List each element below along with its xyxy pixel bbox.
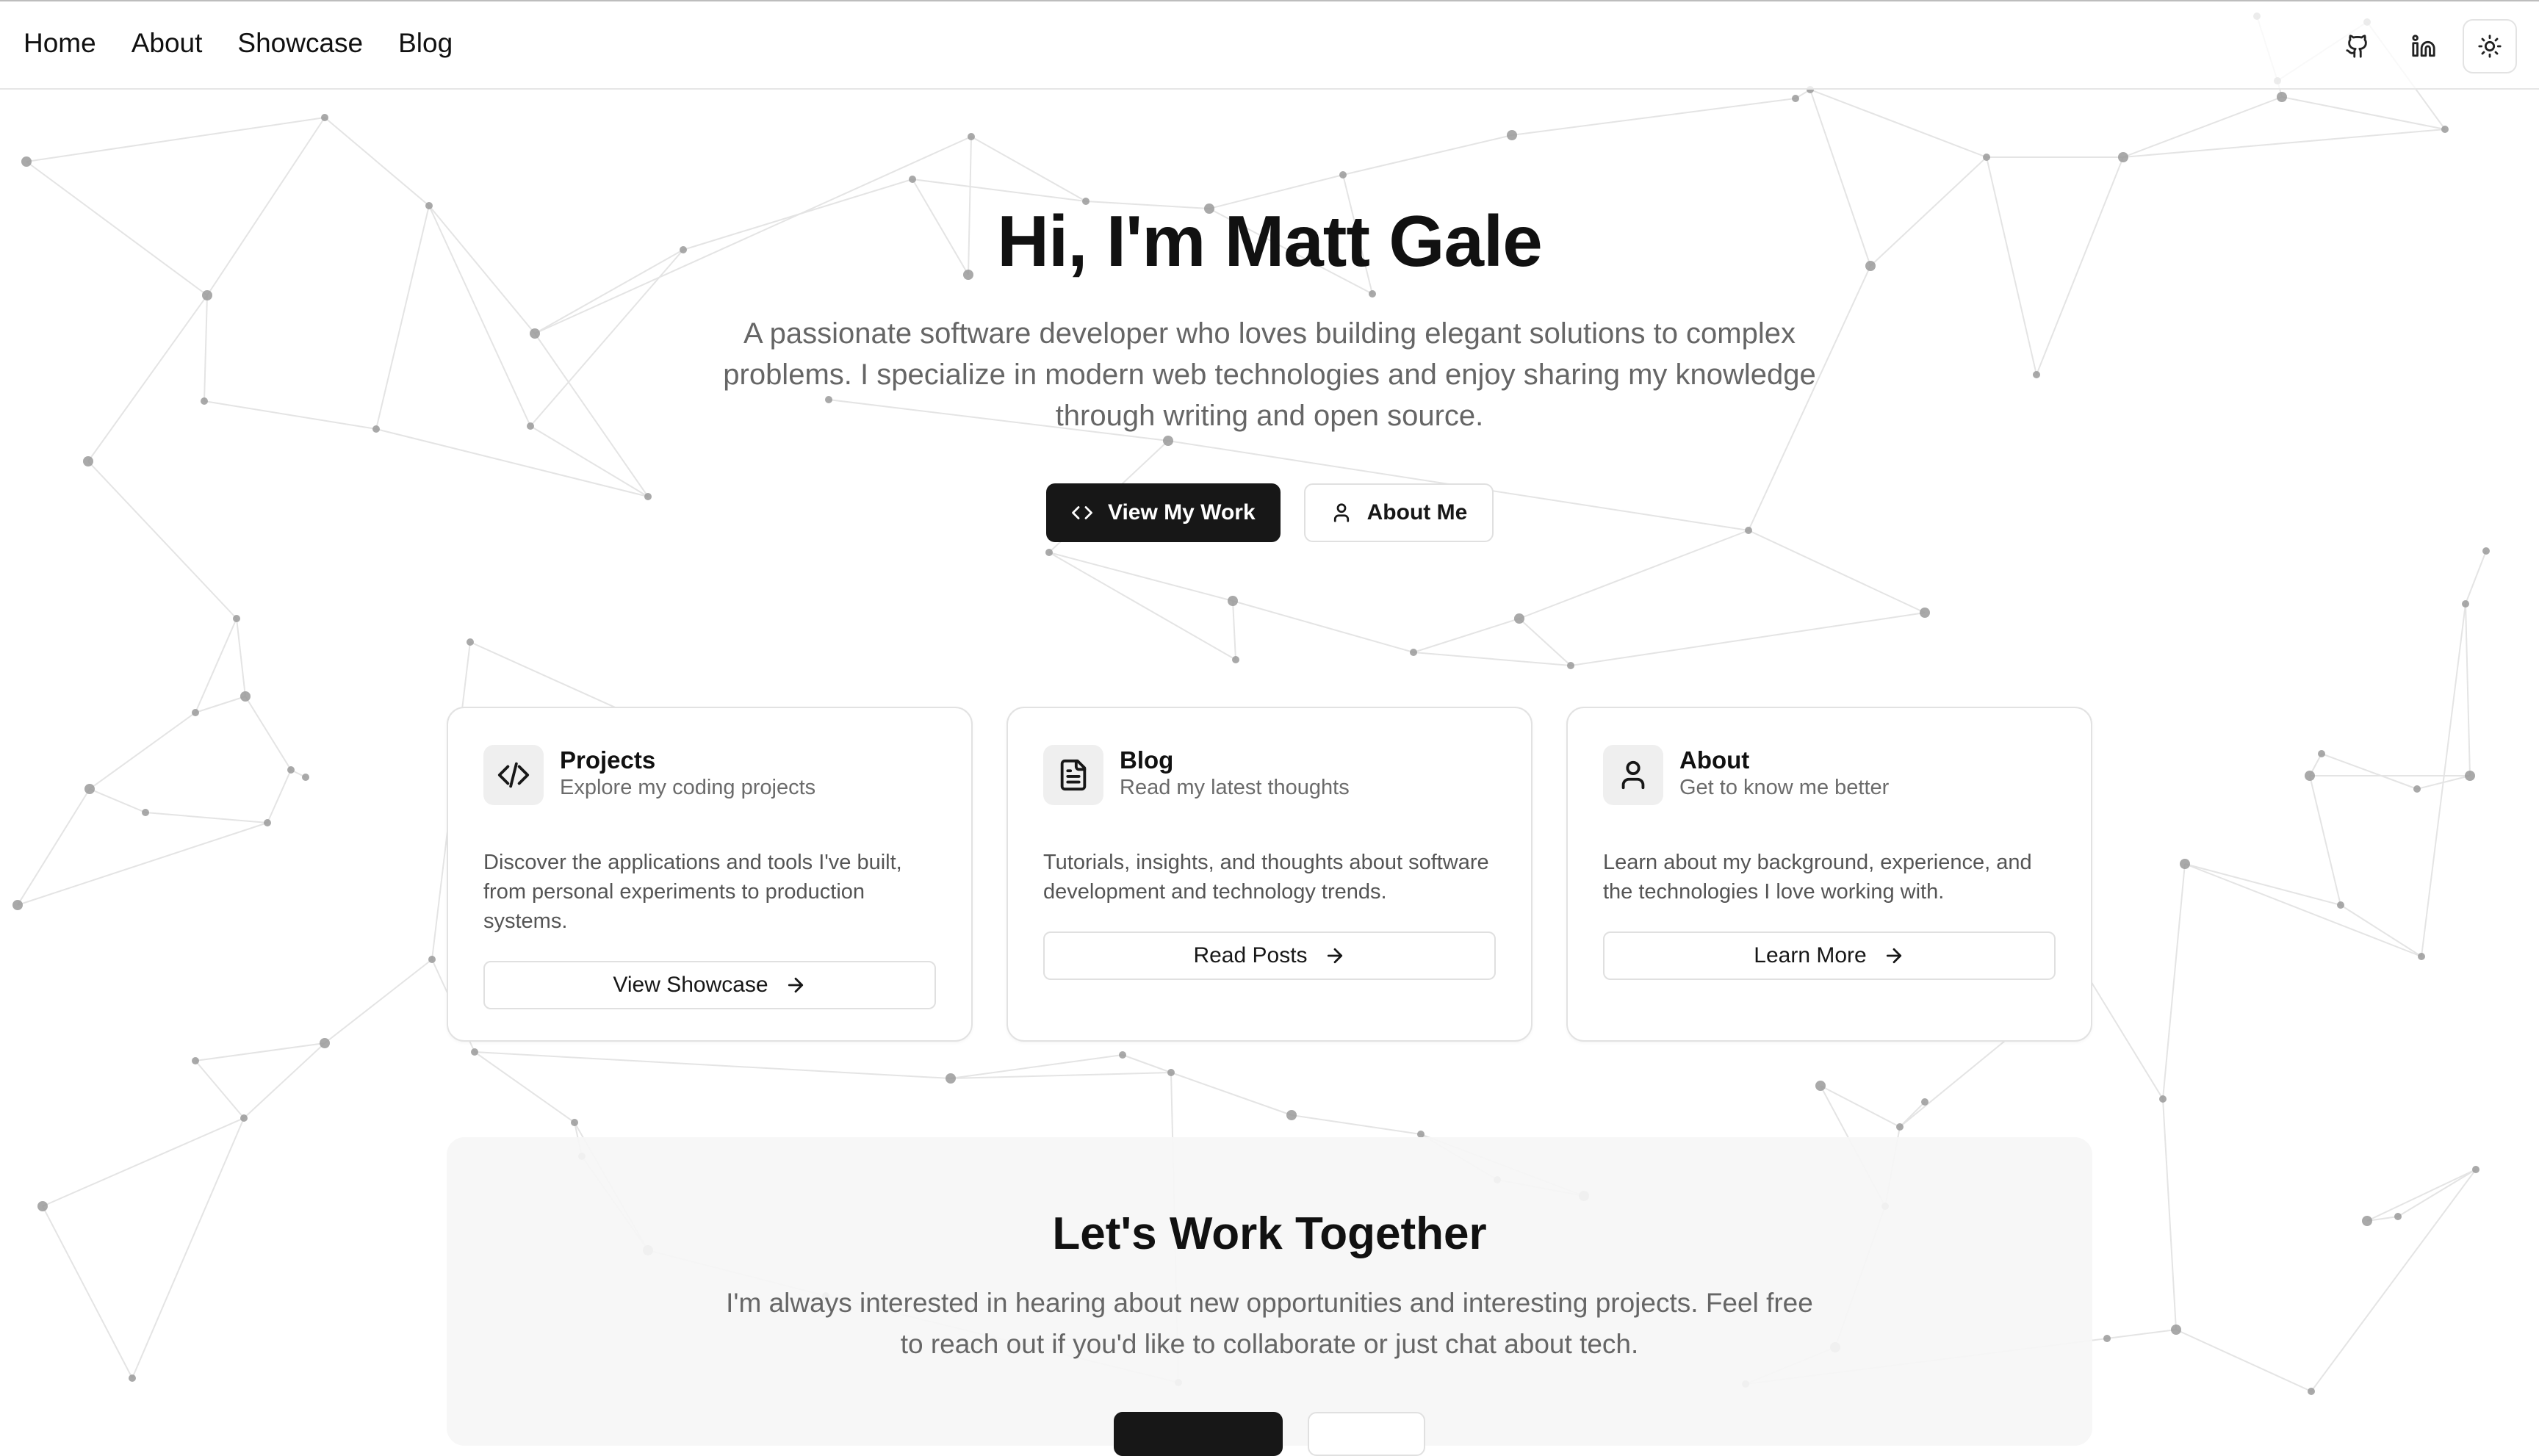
about-me-label: About Me xyxy=(1366,500,1468,525)
nav-link-blog[interactable]: Blog xyxy=(398,28,453,59)
view-showcase-button[interactable]: View Showcase xyxy=(483,961,936,1009)
arrow-right-icon xyxy=(1327,948,1342,964)
site-header: Home About Showcase Blog xyxy=(0,0,2539,90)
read-posts-button[interactable]: Read Posts xyxy=(1043,931,1496,980)
cta-primary-button[interactable] xyxy=(1114,1412,1283,1456)
card-title: Blog xyxy=(1120,746,1174,774)
code-icon xyxy=(497,762,530,788)
projects-card: Projects Explore my coding projects Disc… xyxy=(447,707,973,1042)
card-title: Projects xyxy=(560,746,656,774)
card-subtitle: Get to know me better xyxy=(1679,776,1890,799)
sun-icon xyxy=(2478,35,2502,58)
card-icon-box xyxy=(1043,745,1103,805)
card-subtitle: Explore my coding projects xyxy=(560,776,816,799)
linkedin-icon xyxy=(2412,35,2435,57)
main-nav: Home About Showcase Blog xyxy=(24,28,453,59)
contact-cta-section: Let's Work Together I'm always intereste… xyxy=(447,1137,2092,1456)
about-card: About Get to know me better Learn about … xyxy=(1566,707,2092,1042)
nav-link-home[interactable]: Home xyxy=(24,28,96,59)
linkedin-button[interactable] xyxy=(2396,19,2451,73)
card-icon-box xyxy=(483,745,544,805)
user-icon xyxy=(1333,503,1349,522)
read-posts-label: Read Posts xyxy=(1193,943,1308,967)
cta-title: Let's Work Together xyxy=(1052,1208,1487,1259)
arrow-right-icon xyxy=(1886,948,1901,964)
github-button[interactable] xyxy=(2330,19,2385,73)
about-me-button[interactable]: About Me xyxy=(1303,483,1494,542)
arrow-right-icon xyxy=(788,977,803,993)
view-showcase-label: View Showcase xyxy=(613,973,768,997)
card-subtitle: Read my latest thoughts xyxy=(1120,776,1350,799)
view-my-work-button[interactable]: View My Work xyxy=(1046,483,1281,542)
cta-subtitle: I'm always interested in hearing about n… xyxy=(726,1288,1813,1359)
card-description: Discover the applications and tools I've… xyxy=(483,851,902,933)
github-icon xyxy=(2346,35,2367,58)
card-description: Tutorials, insights, and thoughts about … xyxy=(1043,851,1489,904)
cta-secondary-button[interactable] xyxy=(1308,1412,1425,1456)
document-icon xyxy=(1060,759,1087,791)
blog-card: Blog Read my latest thoughts Tutorials, … xyxy=(1006,707,1533,1042)
header-actions xyxy=(2330,19,2517,73)
nav-link-showcase[interactable]: Showcase xyxy=(237,28,363,59)
code-icon xyxy=(1072,506,1092,519)
hero-title: Hi, I'm Matt Gale xyxy=(997,201,1542,281)
card-title: About xyxy=(1679,746,1750,774)
view-my-work-label: View My Work xyxy=(1108,500,1256,525)
user-icon xyxy=(1621,760,1645,790)
theme-toggle-button[interactable] xyxy=(2463,19,2517,73)
nav-link-about[interactable]: About xyxy=(132,28,203,59)
card-description: Learn about my background, experience, a… xyxy=(1603,851,2032,904)
learn-more-button[interactable]: Learn More xyxy=(1603,931,2056,980)
card-icon-box xyxy=(1603,745,1663,805)
learn-more-label: Learn More xyxy=(1754,943,1867,967)
hero-subtitle: A passionate software developer who love… xyxy=(723,317,1816,432)
hero-actions: View My Work About Me xyxy=(1046,483,1494,542)
